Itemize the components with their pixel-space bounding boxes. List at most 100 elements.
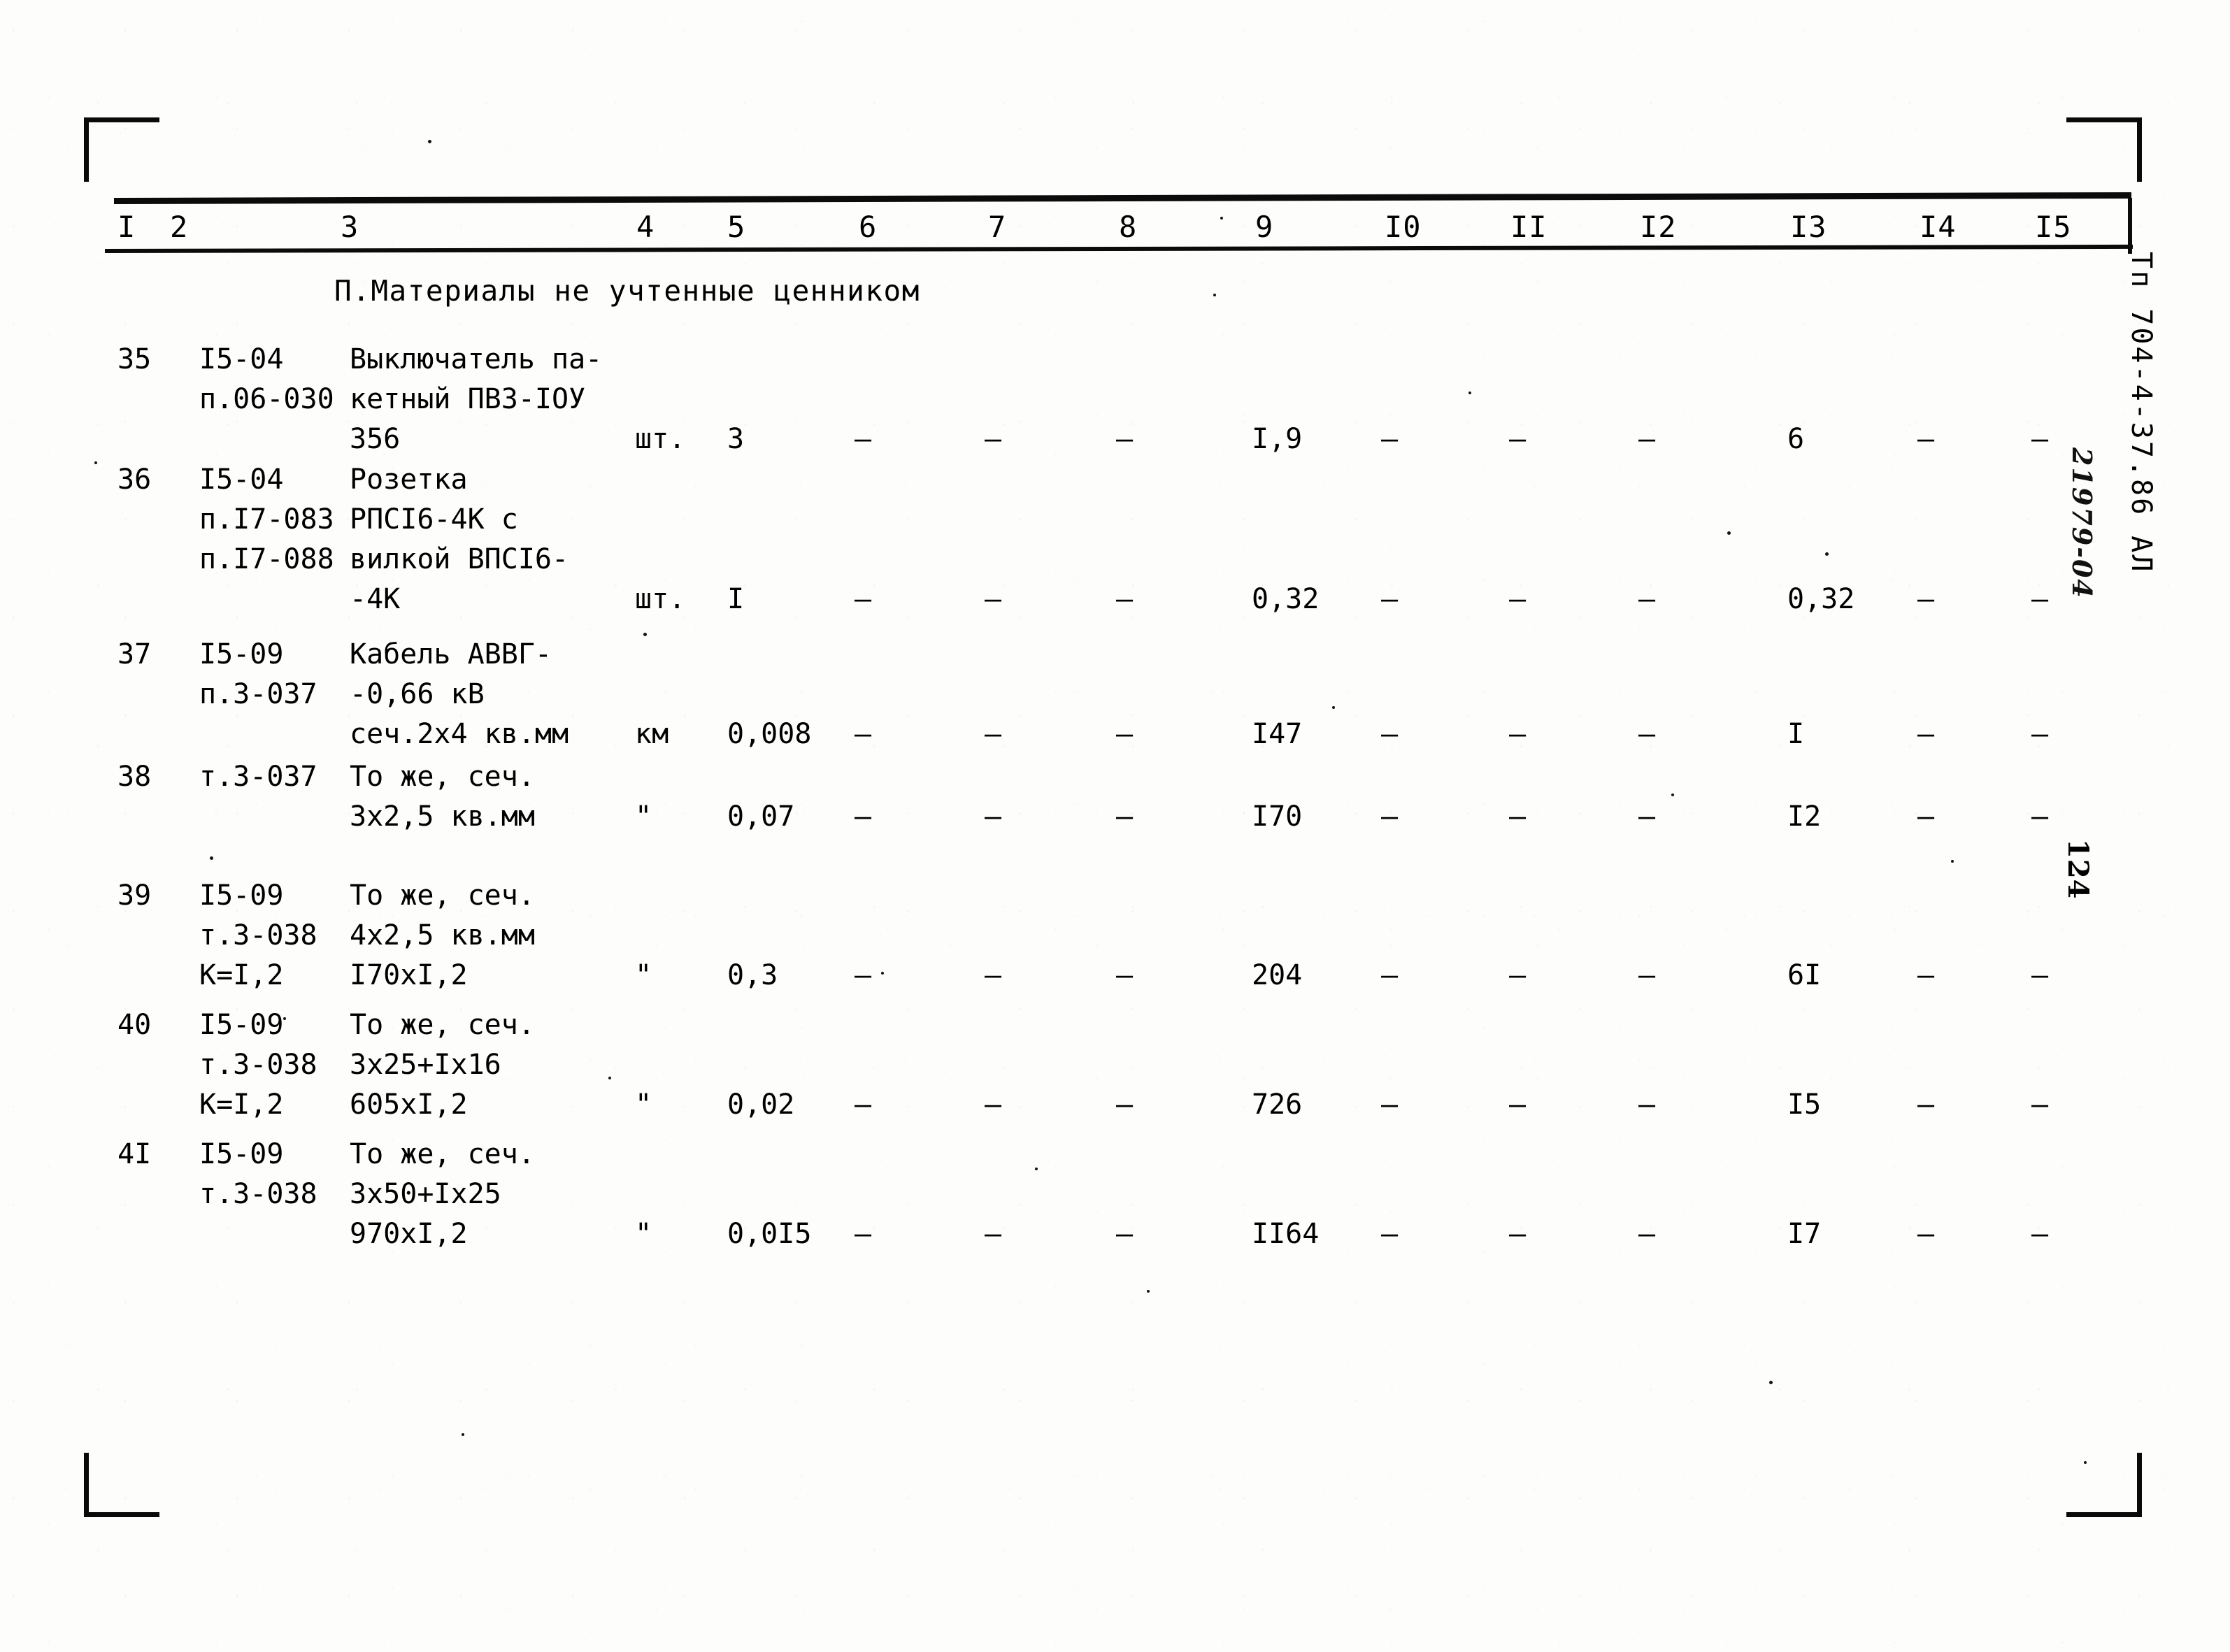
row-value-13: 6	[1787, 423, 1805, 455]
row-code-line: I5-09	[199, 1009, 284, 1041]
row-value-14: –	[1917, 1218, 1935, 1250]
row-value-8: –	[1116, 959, 1134, 991]
table-column-header-row: I 2 3 4 5 6 7 8 9 I0 II I2 I3 I4 I5	[0, 207, 2140, 250]
row-code-line: I5-09	[199, 1138, 284, 1170]
scan-speck	[1468, 392, 1471, 394]
row-code-line: К=I,2	[199, 1089, 284, 1121]
row-value-6: –	[855, 1089, 872, 1121]
scan-speck	[1951, 860, 1954, 863]
row-value-11: –	[1509, 423, 1527, 455]
row-value-6: –	[855, 583, 872, 615]
row-value-11: –	[1509, 583, 1527, 615]
row-value-8: –	[1116, 718, 1134, 750]
row-value-15: –	[2031, 959, 2049, 991]
margin-stamp: Тп 704-4-37.86 АЛ	[2125, 252, 2157, 574]
row-unit: "	[635, 800, 652, 833]
scan-speck	[283, 1017, 286, 1020]
row-value-5: 0,3	[727, 959, 778, 991]
row-value-15: –	[2031, 800, 2049, 833]
crop-mark-top-left	[84, 117, 159, 182]
row-value-5: 0,07	[727, 800, 795, 833]
row-description-line: 970хI,2	[350, 1218, 468, 1250]
row-description-line: То же, сеч.	[350, 879, 535, 912]
row-value-7: –	[985, 718, 1002, 750]
row-value-11: –	[1509, 718, 1527, 750]
margin-handwritten-code: 21979-04	[2066, 447, 2098, 599]
row-value-7: –	[985, 800, 1002, 833]
row-item-number: 38	[117, 761, 152, 793]
row-value-5: 0,02	[727, 1089, 795, 1121]
scanned-page: I 2 3 4 5 6 7 8 9 I0 II I2 I3 I4 I5 П.Материалы не учт…	[0, 0, 2230, 1652]
scan-speck	[1332, 706, 1335, 709]
column-header-4: 4	[636, 210, 655, 244]
row-value-15: –	[2031, 1089, 2049, 1121]
row-value-10: –	[1381, 1089, 1399, 1121]
row-value-12: –	[1638, 1089, 1656, 1121]
row-value-11: –	[1509, 1218, 1527, 1250]
row-value-14: –	[1917, 718, 1935, 750]
row-item-number: 36	[117, 464, 152, 496]
table-row: 38 т.3-037 То же, сеч. 3х2,5 кв.мм " 0,07 – – – I…	[0, 759, 2140, 878]
row-value-5: 3	[727, 423, 745, 455]
column-header-10: I0	[1385, 210, 1422, 244]
row-value-10: –	[1381, 800, 1399, 833]
crop-mark-bottom-left	[84, 1453, 159, 1517]
row-value-13: I2	[1787, 800, 1822, 833]
margin-page-number: 124	[2061, 839, 2094, 900]
scan-speck	[2084, 1461, 2087, 1464]
scan-speck	[428, 140, 431, 143]
column-header-5: 5	[727, 210, 746, 244]
row-value-7: –	[985, 1089, 1002, 1121]
row-value-15: –	[2031, 423, 2049, 455]
row-value-8: –	[1116, 583, 1134, 615]
row-value-8: –	[1116, 800, 1134, 833]
crop-mark-top-right	[2066, 117, 2142, 182]
row-value-14: –	[1917, 1089, 1935, 1121]
row-description-line: 3х25+Iх16	[350, 1049, 501, 1081]
row-code-line: I5-04	[199, 464, 284, 496]
row-item-number: 37	[117, 638, 152, 670]
row-value-13: I	[1787, 718, 1805, 750]
row-code-line: п.06-030	[199, 383, 334, 415]
row-value-14: –	[1917, 800, 1935, 833]
row-value-10: –	[1381, 423, 1399, 455]
row-unit: шт.	[635, 423, 686, 455]
row-value-12: –	[1638, 1218, 1656, 1250]
row-code-line: п.3-037	[199, 678, 317, 710]
row-value-5: 0,0I5	[727, 1218, 812, 1250]
row-description-line: -0,66 кВ	[350, 678, 485, 710]
row-description-line: 356	[350, 423, 401, 455]
row-value-14: –	[1917, 583, 1935, 615]
row-value-9: I47	[1252, 718, 1303, 750]
column-header-15: I5	[2035, 210, 2072, 244]
table-row: 36 I5-04 п.I7-083 п.I7-088 Розетка РПСI6-4К с…	[0, 461, 2140, 661]
scan-speck	[608, 1077, 611, 1079]
row-code-line: I5-09	[199, 879, 284, 912]
scan-speck	[1825, 552, 1829, 556]
row-value-10: –	[1381, 1218, 1399, 1250]
row-value-13: 0,32	[1787, 583, 1855, 615]
row-value-12: –	[1638, 959, 1656, 991]
row-value-8: –	[1116, 423, 1134, 455]
row-description-line: 605хI,2	[350, 1089, 468, 1121]
row-value-6: –	[855, 1218, 872, 1250]
row-code-line: I5-04	[199, 343, 284, 375]
scan-speck	[1769, 1381, 1773, 1384]
row-value-6: –	[855, 718, 872, 750]
row-value-9: 204	[1252, 959, 1303, 991]
scan-speck	[1671, 793, 1674, 796]
row-description-line: I70хI,2	[350, 959, 468, 991]
row-value-9: I70	[1252, 800, 1303, 833]
row-value-7: –	[985, 1218, 1002, 1250]
row-description-line: сеч.2х4 кв.мм	[350, 718, 569, 750]
row-value-10: –	[1381, 959, 1399, 991]
scan-speck	[643, 633, 647, 636]
table-row: 4I I5-09 т.3-038 То же, сеч. 3х50+Iх25 970хI,…	[0, 1136, 2140, 1295]
scan-speck	[881, 972, 884, 975]
row-value-11: –	[1509, 1089, 1527, 1121]
row-value-13: I7	[1787, 1218, 1822, 1250]
scan-speck	[1727, 531, 1731, 535]
column-header-6: 6	[859, 210, 878, 244]
row-value-12: –	[1638, 583, 1656, 615]
column-header-2: 2	[170, 210, 189, 244]
